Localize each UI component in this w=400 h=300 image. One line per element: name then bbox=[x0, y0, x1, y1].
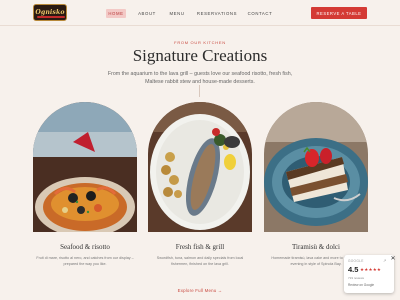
dish-card-fish[interactable]: Fresh fish & grill Swordfish, tuna, salm… bbox=[148, 102, 252, 266]
external-link-icon[interactable]: ↗ bbox=[383, 258, 386, 263]
nav-about[interactable]: ABOUT bbox=[137, 9, 157, 18]
explore-menu-link[interactable]: Explore Full Menu → bbox=[0, 288, 400, 293]
card-title: Seafood & risotto bbox=[60, 243, 110, 251]
card-title: Fresh fish & grill bbox=[175, 243, 225, 251]
dish-card-dessert[interactable]: Tiramisù & dolci Homemade tiramisù, lava… bbox=[264, 102, 368, 266]
review-count: 719 reviews bbox=[348, 276, 365, 280]
logo-swoosh bbox=[37, 16, 65, 18]
site-header: Ognisko HOME ABOUT MENU RESERVATIONS CON… bbox=[0, 0, 400, 26]
rating-stars: ★★★★★ bbox=[360, 267, 382, 272]
section-subtitle: From the aquarium to the lava grill – gu… bbox=[107, 71, 293, 85]
vertical-divider bbox=[199, 85, 200, 97]
card-title: Tiramisù & dolci bbox=[292, 243, 340, 251]
reserve-table-button[interactable]: RESERVE A TABLE bbox=[311, 7, 367, 19]
google-label: GOOGLE bbox=[348, 259, 364, 263]
section-title: Signature Creations bbox=[132, 46, 268, 65]
card-description: Swordfish, tuna, salmon and daily specia… bbox=[156, 256, 244, 266]
nav-menu[interactable]: MENU bbox=[168, 9, 186, 18]
section-eyebrow: FROM OUR KITCHEN bbox=[174, 40, 226, 45]
dish-card-seafood[interactable]: Seafood & risotto Fruit di mare, risotto… bbox=[33, 102, 137, 266]
google-rating-widget[interactable]: GOOGLE ↗ 4.5 ★★★★★ 719 reviews Review on… bbox=[344, 255, 394, 293]
nav-reservations[interactable]: RESERVATIONS bbox=[197, 9, 237, 18]
dessert-photo bbox=[264, 102, 368, 232]
review-on-google-link[interactable]: Review on Google bbox=[348, 283, 374, 287]
logo-text: Ognisko bbox=[35, 9, 65, 16]
restaurant-logo[interactable]: Ognisko bbox=[33, 4, 67, 21]
card-description: Fruit di mare, risotto al nero, and catc… bbox=[36, 256, 134, 266]
fish-photo bbox=[148, 102, 252, 232]
close-icon[interactable]: ✕ bbox=[389, 254, 397, 262]
nav-home[interactable]: HOME bbox=[106, 9, 126, 18]
nav-contact[interactable]: CONTACT bbox=[248, 9, 272, 18]
seafood-photo bbox=[33, 102, 137, 232]
rating-score: 4.5 bbox=[348, 265, 359, 274]
